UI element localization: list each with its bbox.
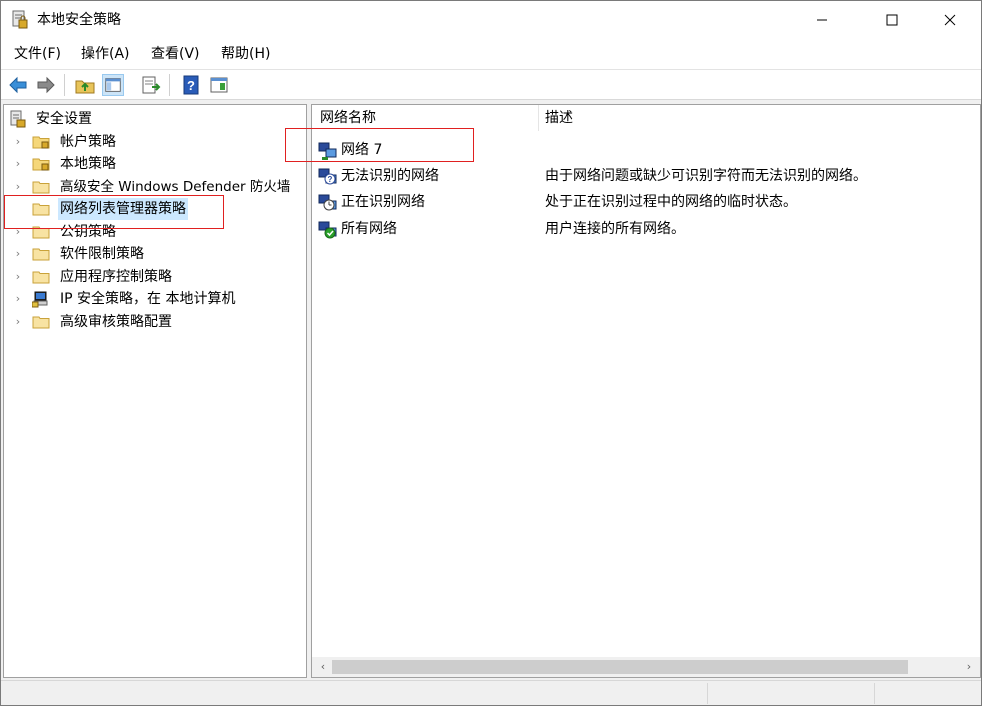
tree-item-label: 公钥策略 xyxy=(60,224,116,240)
tree-item-label: 网络列表管理器策略 xyxy=(58,198,188,220)
menu-help[interactable]: 帮助(H) xyxy=(221,45,270,63)
menu-view[interactable]: 查看(V) xyxy=(151,45,200,63)
scrollbar-thumb[interactable] xyxy=(332,660,908,674)
all-networks-icon xyxy=(318,221,337,239)
tree-pane[interactable]: 安全设置 › 帐户策略 › 本地策略 › 高级安全 Windows Defend… xyxy=(3,104,307,678)
toolbar-separator xyxy=(169,74,170,96)
list-item[interactable]: ? 无法识别的网络 由于网络问题或缺少可识别字符而无法识别的网络。 xyxy=(312,164,980,188)
security-settings-icon xyxy=(10,110,26,128)
close-icon xyxy=(944,14,956,26)
expand-chevron-icon[interactable]: › xyxy=(12,311,24,333)
network-icon xyxy=(318,142,337,160)
tree-item-network-list-manager[interactable]: 网络列表管理器策略 xyxy=(12,198,302,220)
ip-security-icon xyxy=(32,291,48,308)
folder-icon xyxy=(32,248,50,261)
tree-item-label: 高级安全 Windows Defender 防火墙 xyxy=(60,179,291,195)
tree-item-app-control[interactable]: › 应用程序控制策略 xyxy=(12,266,302,288)
up-folder-icon[interactable] xyxy=(74,74,96,96)
tree-item-label: 高级审核策略配置 xyxy=(60,314,172,330)
folder-icon xyxy=(32,181,50,194)
window-title: 本地安全策略 xyxy=(37,12,121,28)
list-pane[interactable]: 网络名称 描述 网络 7 ? 无法识别的网络 由于网络问题或缺少可识别字符而无法… xyxy=(311,104,981,678)
menu-file[interactable]: 文件(F) xyxy=(14,45,61,63)
folder-icon xyxy=(32,226,50,239)
tree-root[interactable]: 安全设置 xyxy=(8,108,298,130)
tree-item-label: 本地策略 xyxy=(60,156,116,172)
forward-icon[interactable] xyxy=(35,74,57,96)
network-description: 处于正在识别过程中的网络的临时状态。 xyxy=(545,194,797,210)
svg-text:?: ? xyxy=(328,175,333,184)
help-icon[interactable]: ? xyxy=(180,74,202,96)
menu-bar: 文件(F) 操作(A) 查看(V) 帮助(H) xyxy=(1,39,981,69)
toolbar: ? xyxy=(1,69,981,100)
close-button[interactable] xyxy=(927,1,973,39)
maximize-icon xyxy=(886,14,898,26)
local-security-policy-window: 本地安全策略 文件(F) 操作(A) 查看(V) 帮助(H) ? 安全设置 › … xyxy=(0,0,982,706)
expand-chevron-icon[interactable]: › xyxy=(12,176,24,198)
expand-chevron-icon[interactable]: › xyxy=(12,288,24,310)
expand-chevron-icon[interactable]: › xyxy=(12,266,24,288)
tree-item-label: 软件限制策略 xyxy=(60,246,144,262)
column-header-network-name[interactable]: 网络名称 xyxy=(320,109,376,127)
tree-item-software-restriction[interactable]: › 软件限制策略 xyxy=(12,243,302,265)
folder-icon xyxy=(32,316,50,329)
column-header-description[interactable]: 描述 xyxy=(545,109,573,127)
list-header: 网络名称 描述 xyxy=(312,105,980,131)
list-item[interactable]: 正在识别网络 处于正在识别过程中的网络的临时状态。 xyxy=(312,190,980,214)
unidentified-network-icon: ? xyxy=(318,168,337,185)
show-hide-tree-icon[interactable] xyxy=(102,74,124,96)
menu-action[interactable]: 操作(A) xyxy=(81,45,130,63)
tree-item-label: 帐户策略 xyxy=(60,134,116,150)
back-icon[interactable] xyxy=(7,74,29,96)
identifying-network-icon xyxy=(318,194,337,211)
minimize-icon xyxy=(817,19,827,21)
toolbar-separator xyxy=(64,74,65,96)
scroll-right-icon[interactable]: › xyxy=(961,659,977,675)
scroll-left-icon[interactable]: ‹ xyxy=(315,659,331,675)
tree-item-label: 应用程序控制策略 xyxy=(60,269,172,285)
list-item[interactable]: 网络 7 xyxy=(312,138,980,162)
network-name: 网络 7 xyxy=(341,142,383,158)
network-name: 无法识别的网络 xyxy=(341,168,439,184)
status-divider xyxy=(874,683,875,704)
locked-folder-icon xyxy=(32,158,50,171)
maximize-button[interactable] xyxy=(869,1,915,39)
tree-item-firewall[interactable]: › 高级安全 Windows Defender 防火墙 xyxy=(12,176,304,198)
network-name: 正在识别网络 xyxy=(341,194,425,210)
tree-item-label: IP 安全策略，在 本地计算机 xyxy=(60,291,236,307)
tree-root-label: 安全设置 xyxy=(36,111,92,127)
list-item[interactable]: 所有网络 用户连接的所有网络。 xyxy=(312,217,980,241)
tree-item-local-policies[interactable]: › 本地策略 xyxy=(12,153,302,175)
locked-folder-icon xyxy=(32,136,50,149)
title-bar: 本地安全策略 xyxy=(1,1,981,39)
network-name: 所有网络 xyxy=(341,221,397,237)
status-divider xyxy=(707,683,708,704)
tree-item-ip-security[interactable]: › IP 安全策略，在 本地计算机 xyxy=(12,288,302,310)
folder-icon xyxy=(32,203,50,216)
tree-item-advanced-audit[interactable]: › 高级审核策略配置 xyxy=(12,311,302,333)
status-bar xyxy=(1,680,981,705)
horizontal-scrollbar[interactable]: ‹ › xyxy=(312,657,980,677)
tree-item-account-policies[interactable]: › 帐户策略 xyxy=(12,131,302,153)
network-description: 用户连接的所有网络。 xyxy=(545,221,685,237)
expand-chevron-icon[interactable]: › xyxy=(12,153,24,175)
security-policy-icon xyxy=(12,10,28,29)
minimize-button[interactable] xyxy=(799,1,845,39)
expand-chevron-icon[interactable]: › xyxy=(12,221,24,243)
expand-chevron-icon[interactable]: › xyxy=(12,131,24,153)
expand-chevron-icon[interactable]: › xyxy=(12,243,24,265)
export-list-icon[interactable] xyxy=(140,74,162,96)
column-divider[interactable] xyxy=(538,105,539,131)
tree-item-public-key[interactable]: › 公钥策略 xyxy=(12,221,302,243)
network-description: 由于网络问题或缺少可识别字符而无法识别的网络。 xyxy=(545,168,867,184)
folder-icon xyxy=(32,271,50,284)
properties-icon[interactable] xyxy=(208,74,230,96)
svg-text:?: ? xyxy=(187,78,195,93)
